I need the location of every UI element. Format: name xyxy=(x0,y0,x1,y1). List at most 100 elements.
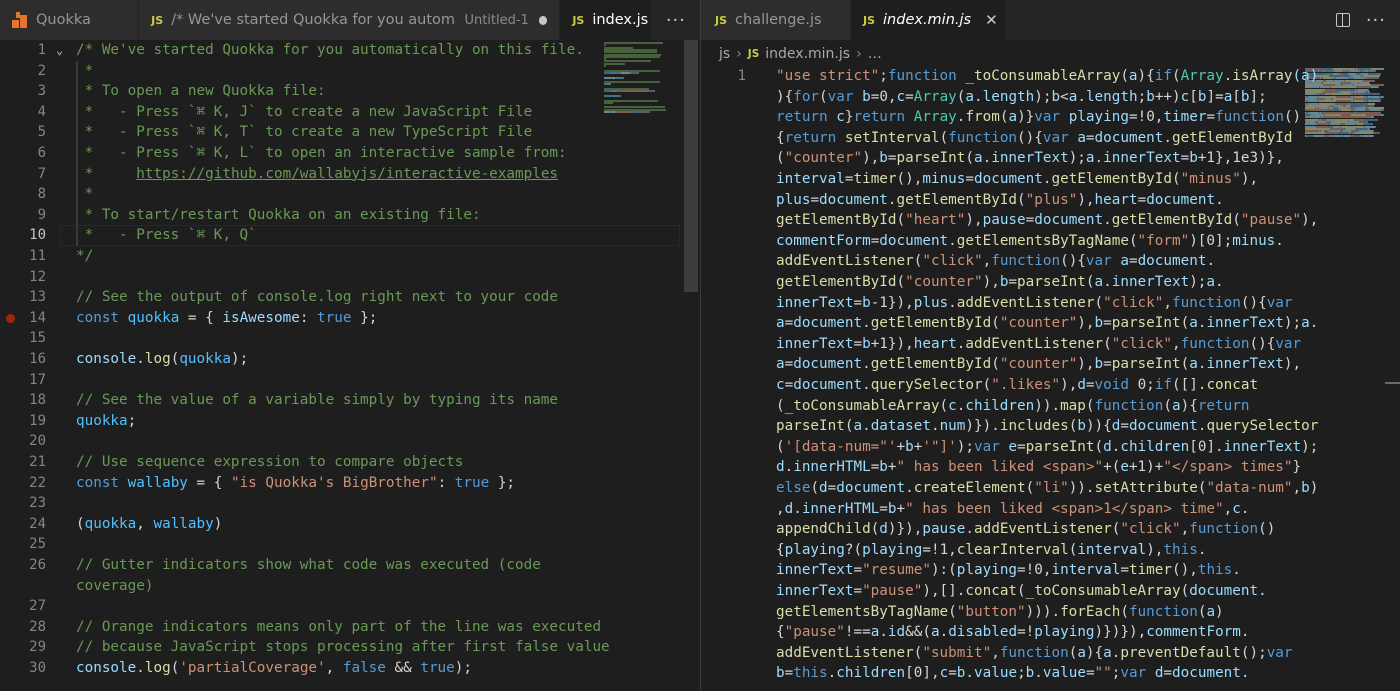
code-line[interactable]: a=document.getElementById("counter"),b=p… xyxy=(701,313,1400,334)
split-editor-icon[interactable] xyxy=(1335,13,1350,27)
code-line[interactable]: 20 xyxy=(0,431,700,452)
code-token: ([]. xyxy=(1172,377,1207,393)
code-line[interactable]: 1 /* We've started Quokka for you automat… xyxy=(0,40,700,61)
code-line[interactable]: getElementsByTagName("button"))).forEach… xyxy=(701,602,1400,623)
code-token: . xyxy=(862,315,871,332)
code-line[interactable]: 27 xyxy=(0,596,700,617)
code-line[interactable]: ,d.innerHTML=b+" has been liked <span>1<… xyxy=(701,499,1400,520)
code-line[interactable]: addEventListener("submit",function(a){a.… xyxy=(701,643,1400,664)
code-line[interactable]: interval=timer(),minus=document.getEleme… xyxy=(701,169,1400,190)
code-token: b xyxy=(879,459,888,476)
code-token: = xyxy=(1163,665,1173,682)
code-token: addEventListener xyxy=(965,335,1104,352)
more-actions-icon[interactable]: ··· xyxy=(1366,10,1386,31)
line-number: 8 xyxy=(37,186,46,203)
code-token: addEventListener xyxy=(776,644,914,661)
code-line[interactable]: addEventListener("click",function(){var … xyxy=(701,251,1400,272)
code-line[interactable]: 11 */ xyxy=(0,246,700,267)
code-line[interactable]: {"pause"!==a.id&&(a.disabled=!playing)})… xyxy=(701,622,1400,643)
code-line[interactable]: 4 * - Press `⌘ K, J` to create a new Jav… xyxy=(0,102,700,123)
code-line[interactable]: ("counter"),b=parseInt(a.innerText);a.in… xyxy=(701,148,1400,169)
code-line[interactable]: 16 console.log(quokka); xyxy=(0,349,700,370)
breadcrumb-folder[interactable]: js xyxy=(719,46,730,62)
code-token: { xyxy=(776,624,785,641)
breadcrumb-file[interactable]: index.min.js xyxy=(765,46,850,62)
code-line[interactable]: else(d=document.createElement("li")).set… xyxy=(701,478,1400,499)
code-line[interactable]: (_toConsumableArray(c.children)).map(fun… xyxy=(701,396,1400,417)
code-line[interactable]: plus=document.getElementById("plus"),hea… xyxy=(701,190,1400,211)
code-line[interactable]: 30 console.log('partialCoverage', false &… xyxy=(0,658,700,679)
code-line[interactable]: coverage) xyxy=(0,576,700,597)
code-line[interactable]: 15 xyxy=(0,328,700,349)
left-code-editor[interactable]: ⌄ 1/* We've started Quokka for you autom… xyxy=(0,40,700,691)
code-line[interactable]: 24 (quokka, wallaby) xyxy=(0,514,700,535)
code-token: 0 xyxy=(879,88,888,105)
code-line[interactable]: innerText="pause"),[].concat(_toConsumab… xyxy=(701,581,1400,602)
code-line[interactable]: appendChild(d)}),pause.addEventListener (… xyxy=(701,519,1400,540)
code-line[interactable]: 28 // Orange indicators means only part o… xyxy=(0,617,700,638)
code-line[interactable]: getElementById("counter"),b=parseInt(a.i… xyxy=(701,272,1400,293)
code-line[interactable]: 2 * xyxy=(0,61,700,82)
code-line[interactable]: d.innerHTML=b+" has been liked <span>"+(… xyxy=(701,457,1400,478)
code-line[interactable]: ){for(var b=0,c=Array(a.length);b<a.leng… xyxy=(701,87,1400,108)
code-token: b xyxy=(1189,150,1198,167)
code-line[interactable]: 26 // Gutter indicators show what code wa… xyxy=(0,555,700,576)
breadcrumb-trail[interactable]: … xyxy=(868,46,882,62)
code-line[interactable]: {playing?(playing=!1,clearInterval(inter… xyxy=(701,540,1400,561)
tab-challenge-js[interactable]: JS challenge.js xyxy=(701,0,851,40)
code-line[interactable]: innerText=b+1}),heart.addEventListener("… xyxy=(701,334,1400,355)
line-number: 5 xyxy=(37,124,46,141)
code-line[interactable]: 21 // Use sequence expression to compare … xyxy=(0,452,700,473)
code-token: if xyxy=(1154,68,1172,84)
code-line[interactable]: 3 * To open a new Quokka file: xyxy=(0,81,700,102)
code-token: ( xyxy=(1120,603,1129,620)
code-line[interactable]: ('[data-num="'+b+'"]');var e=parseInt(d.… xyxy=(701,437,1400,458)
code-line[interactable]: 17 xyxy=(0,370,700,391)
code-line[interactable]: 19 quokka; xyxy=(0,411,700,432)
code-token: = xyxy=(1103,356,1112,373)
code-line[interactable]: 29 // because JavaScript stops processing… xyxy=(0,637,700,658)
code-line[interactable]: 22 const wallaby = { "is Quokka's BigBrot… xyxy=(0,473,700,494)
more-actions-icon[interactable]: ··· xyxy=(666,10,686,31)
code-token: e xyxy=(1008,438,1018,455)
code-token: + xyxy=(896,438,906,455)
code-token: true xyxy=(317,309,352,326)
code-line[interactable]: return c}return Array.from(a)}var playin… xyxy=(701,107,1400,128)
code-line[interactable]: b=this.children[0],c=b.value;b.value="";… xyxy=(701,663,1400,684)
code-token: return xyxy=(784,129,845,146)
code-token: forEach xyxy=(1060,603,1121,620)
code-line[interactable]: parseInt(a.dataset.num)}).includes(b)){d… xyxy=(701,416,1400,437)
code-line[interactable]: 8 * xyxy=(0,184,700,205)
tab-index-js[interactable]: JS index.js xyxy=(560,0,652,40)
unsaved-dot-icon[interactable] xyxy=(538,15,548,25)
code-line[interactable]: commentForm=document.getElementsByTagNam… xyxy=(701,231,1400,252)
code-line[interactable]: getElementById("heart"),pause=document.g… xyxy=(701,210,1400,231)
code-token: b xyxy=(887,500,897,517)
code-line[interactable]: 6 * - Press `⌘ K, L` to open an interact… xyxy=(0,143,700,164)
code-line[interactable]: 1 "use strict";function _toConsumableArra… xyxy=(701,68,1400,87)
code-line[interactable]: 10 * - Press `⌘ K, Q` xyxy=(0,225,700,246)
code-line[interactable]: innerText="resume"):(playing=!0,interval… xyxy=(701,560,1400,581)
code-line[interactable]: innerText=b-1}),plus.addEventListener("c… xyxy=(701,293,1400,314)
code-token: . xyxy=(948,294,957,311)
code-token: "plus" xyxy=(1025,191,1078,208)
code-line[interactable]: {return setInterval(function(){var a=doc… xyxy=(701,128,1400,149)
code-line[interactable]: 12 xyxy=(0,267,700,288)
code-line[interactable]: 7 * https://github.com/wallabyjs/interac… xyxy=(0,164,700,185)
close-tab-icon[interactable]: ✕ xyxy=(985,11,998,29)
tab-untitled-1[interactable]: JS /* We've started Quokka for you autom… xyxy=(139,0,561,40)
code-line[interactable]: 9 * To start/restart Quokka on an existi… xyxy=(0,205,700,226)
code-line[interactable]: 18 // See the value of a variable simply … xyxy=(0,390,700,411)
code-line[interactable]: 25 xyxy=(0,534,700,555)
right-code-editor[interactable]: 1 "use strict";function _toConsumableArra… xyxy=(701,68,1400,691)
tab-index-min-js[interactable]: JS index.min.js ✕ xyxy=(851,0,1006,40)
tab-quokka[interactable]: Quokka xyxy=(0,0,140,40)
code-line[interactable]: 14 const quokka = { isAwesome: true }; xyxy=(0,308,700,329)
code-line[interactable]: a=document.getElementById("counter"),b=p… xyxy=(701,354,1400,375)
code-text: getElementById("heart"),pause=document.g… xyxy=(776,210,1318,231)
code-line[interactable]: c=document.querySelector(".likes"),d=voi… xyxy=(701,375,1400,396)
code-line[interactable]: 13 // See the output of console.log right… xyxy=(0,287,700,308)
code-line[interactable]: 5 * - Press `⌘ K, T` to create a new Typ… xyxy=(0,122,700,143)
code-token: document xyxy=(1146,191,1216,208)
code-line[interactable]: 23 xyxy=(0,493,700,514)
